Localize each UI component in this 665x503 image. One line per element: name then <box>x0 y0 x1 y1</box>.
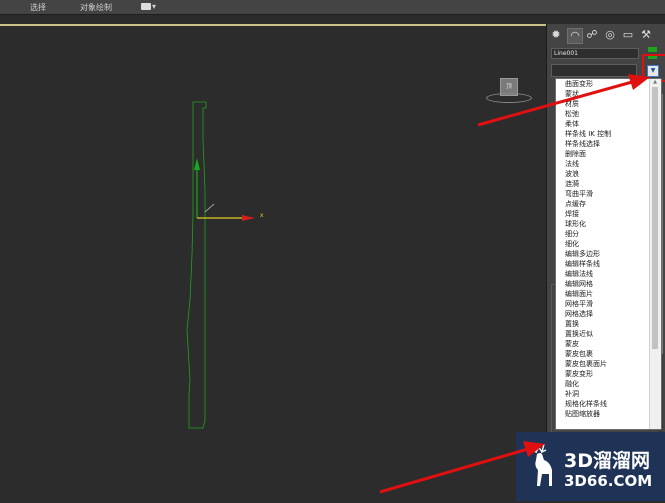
list-item[interactable]: 规格化样条线 <box>565 400 607 408</box>
list-item[interactable]: 点缓存 <box>565 200 586 208</box>
list-item[interactable]: 编辑多边形 <box>565 250 600 258</box>
viewport-top[interactable]: 顶 <box>0 24 546 503</box>
list-item[interactable]: 编辑法线 <box>565 270 593 278</box>
chevron-down-icon[interactable]: ▾ <box>152 2 156 11</box>
display-icon[interactable]: ▭ <box>621 28 635 42</box>
display-mode-icon[interactable] <box>141 3 151 10</box>
deer-logo-icon <box>531 443 552 486</box>
list-item[interactable]: 网格平滑 <box>565 300 593 308</box>
watermark-text-cn: 3D溜溜网 <box>564 450 650 472</box>
list-item[interactable]: 融化 <box>565 380 579 388</box>
viewcube-compass-ring[interactable] <box>486 93 532 103</box>
list-item[interactable]: 蒙皮 <box>565 340 579 348</box>
modifier-list-select[interactable] <box>551 64 637 77</box>
create-icon[interactable]: ✹ <box>549 28 563 42</box>
object-name-field[interactable]: Line001 <box>551 48 639 59</box>
modifier-dropdown-list[interactable]: 曲面变形 蒙状 材质 松弛 柔体 样条线 IK 控制 样条线选择 删除面 法线 … <box>555 78 662 430</box>
dropdown-scrollbar-thumb[interactable] <box>652 87 658 349</box>
list-item[interactable]: 球形化 <box>565 220 586 228</box>
motion-icon[interactable]: ◎ <box>603 28 617 42</box>
menu-item-select[interactable]: 选择 <box>30 2 46 13</box>
list-item[interactable]: 置换 <box>565 320 579 328</box>
list-item[interactable]: 补洞 <box>565 390 579 398</box>
list-item[interactable]: 贴图缩放器 <box>565 410 600 418</box>
list-item[interactable]: 弯曲平滑 <box>565 190 593 198</box>
list-item[interactable]: 细分 <box>565 230 579 238</box>
list-item[interactable]: 置换近似 <box>565 330 593 338</box>
list-item[interactable]: 材质 <box>565 100 579 108</box>
list-item[interactable]: 蒙皮变形 <box>565 370 593 378</box>
list-item[interactable]: 焊接 <box>565 210 579 218</box>
list-item[interactable]: 细化 <box>565 240 579 248</box>
object-color-swatch[interactable] <box>648 47 657 52</box>
watermark-text-en: 3D66.COM <box>564 472 653 490</box>
list-item[interactable]: 网格选择 <box>565 310 593 318</box>
utilities-icon[interactable]: ⚒ <box>639 28 653 42</box>
hierarchy-icon[interactable]: ☍ <box>585 28 599 42</box>
list-item[interactable]: 曲面变形 <box>565 80 593 88</box>
list-item[interactable]: 波浪 <box>565 170 579 178</box>
modify-icon[interactable]: ◠ <box>567 28 583 44</box>
dropdown-scrollbar[interactable]: ▲ <box>649 79 661 429</box>
list-item[interactable]: 蒙皮包裹面片 <box>565 360 607 368</box>
list-item[interactable]: 编辑面片 <box>565 290 593 298</box>
list-item[interactable]: 编辑样条线 <box>565 260 600 268</box>
menu-item-object-paint[interactable]: 对象绘制 <box>80 2 112 13</box>
scroll-up-icon[interactable]: ▲ <box>652 79 658 85</box>
list-item[interactable]: 样条线 IK 控制 <box>565 130 611 138</box>
list-item[interactable]: 蒙状 <box>565 90 579 98</box>
list-item[interactable]: 松弛 <box>565 110 579 118</box>
list-item[interactable]: 蒙皮包裹 <box>565 350 593 358</box>
menu-bar: 选择 对象绘制 ▾ <box>0 0 665 15</box>
list-item[interactable]: 柔体 <box>565 120 579 128</box>
list-item[interactable]: 样条线选择 <box>565 140 600 148</box>
list-item[interactable]: 涟漪 <box>565 180 579 188</box>
list-item[interactable]: 法线 <box>565 160 579 168</box>
list-item[interactable]: 删除面 <box>565 150 586 158</box>
list-item[interactable]: 编辑网格 <box>565 280 593 288</box>
watermark-logo: 3D溜溜网 3D66.COM <box>516 432 665 501</box>
